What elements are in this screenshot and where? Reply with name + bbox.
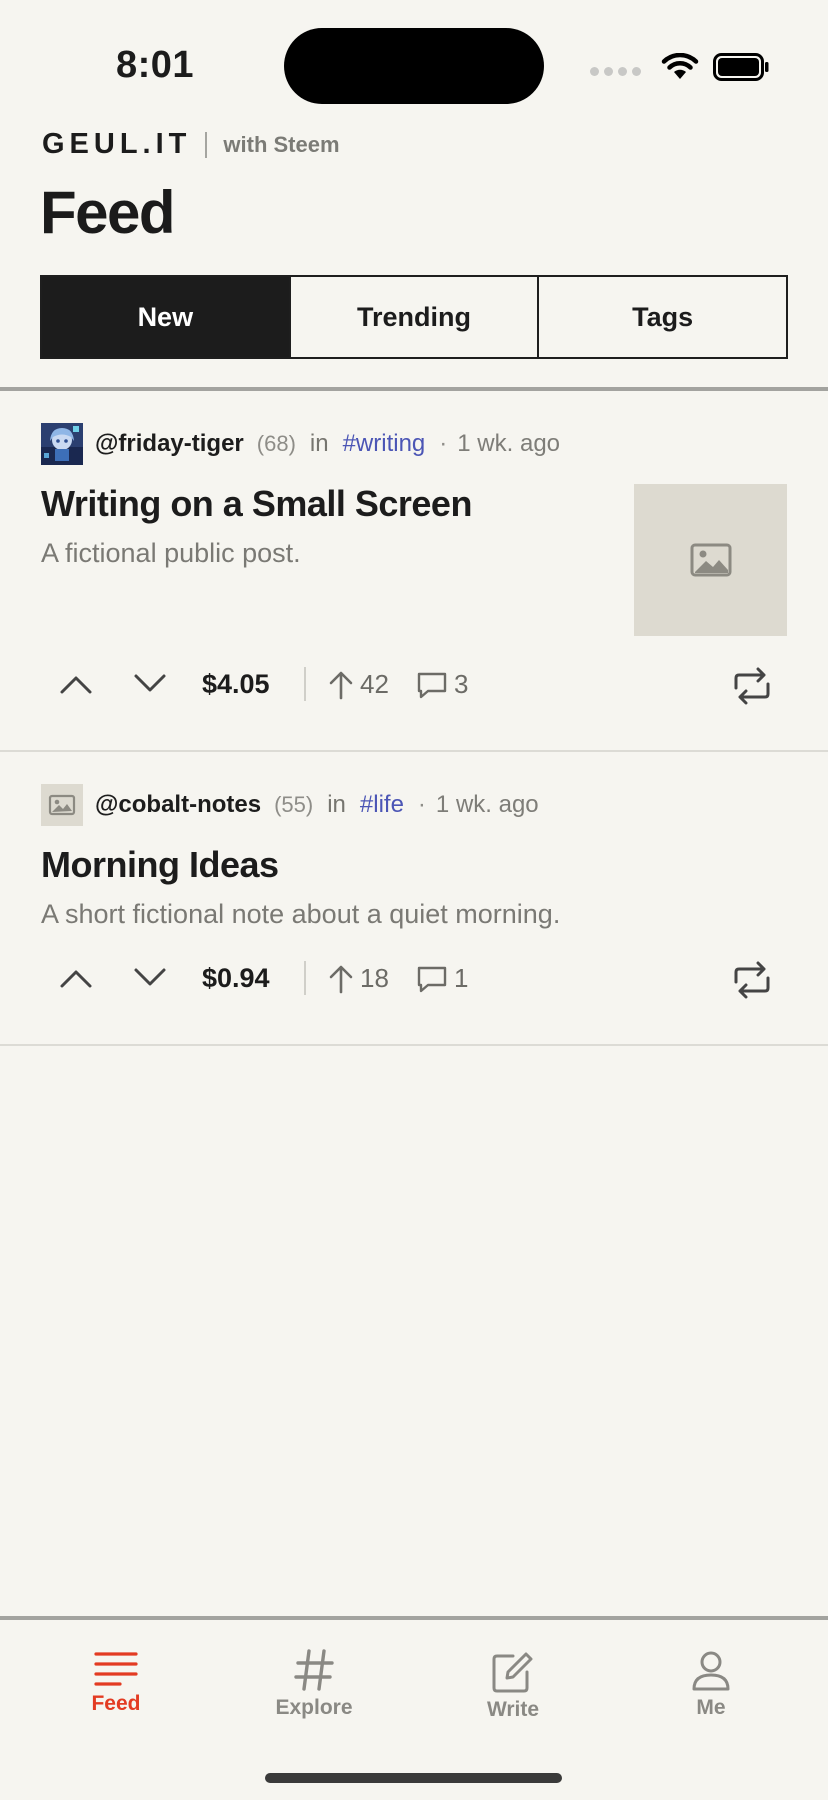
nav-feed-label: Feed [91, 1692, 141, 1715]
brand-divider [205, 131, 208, 158]
post-thumbnail[interactable] [634, 484, 787, 636]
person-icon [692, 1651, 730, 1691]
post-excerpt: A fictional public post. [41, 538, 301, 568]
post-title[interactable]: Writing on a Small Screen [41, 483, 472, 525]
vote-count-value: 18 [360, 963, 389, 993]
post-title[interactable]: Morning Ideas [41, 844, 279, 886]
battery-icon [713, 53, 769, 81]
brand-row: GEUL.IT with Steem [42, 128, 340, 161]
upvote-chevron-icon[interactable] [58, 672, 94, 696]
brand-subtitle: with Steem [223, 131, 340, 157]
meta-separator: · [439, 430, 448, 457]
post-meta: @friday-tiger (68) in #writing · 1 wk. a… [41, 423, 560, 465]
resteem-icon[interactable] [730, 666, 774, 706]
anime-avatar-icon[interactable] [41, 423, 83, 465]
nav-feed[interactable]: Feed [36, 1650, 196, 1716]
dynamic-island [284, 28, 544, 104]
meta-separator: · [417, 791, 426, 818]
brand-logo: GEUL.IT [42, 128, 192, 160]
post-actions: $0.94 18 1 [0, 960, 828, 1010]
post-meta: @cobalt-notes (55) in #life · 1 wk. ago [41, 784, 539, 826]
tab-new[interactable]: New [42, 277, 291, 357]
in-label: in [309, 430, 329, 457]
nav-write[interactable]: Write [433, 1650, 593, 1722]
post-payout: $0.94 [202, 963, 270, 993]
upvote-chevron-icon[interactable] [58, 966, 94, 990]
tab-tags[interactable]: Tags [539, 277, 787, 357]
feed-tabs: New Trending Tags [40, 275, 788, 359]
author-reputation: (55) [274, 792, 314, 817]
comment-bubble-icon [417, 672, 447, 698]
vote-count: 42 [328, 669, 389, 700]
post-actions: $4.05 42 3 [0, 666, 828, 716]
comment-count-value: 3 [454, 669, 469, 699]
status-icons [590, 48, 769, 86]
action-separator [304, 961, 306, 995]
post-card[interactable]: @cobalt-notes (55) in #life · 1 wk. ago … [0, 752, 828, 1046]
post-author[interactable]: @friday-tiger [95, 430, 244, 458]
author-reputation: (68) [256, 431, 296, 456]
home-indicator [265, 1773, 562, 1783]
nav-me-label: Me [696, 1696, 726, 1719]
downvote-chevron-icon[interactable] [132, 672, 168, 696]
comment-count-value: 1 [454, 963, 469, 993]
post-tag[interactable]: #writing [343, 430, 426, 458]
vote-count: 18 [328, 963, 389, 994]
nav-write-label: Write [486, 1698, 540, 1721]
post-author[interactable]: @cobalt-notes [95, 791, 261, 819]
comment-count[interactable]: 3 [416, 669, 468, 700]
image-placeholder-icon[interactable] [41, 784, 83, 826]
nav-explore[interactable]: Explore [234, 1648, 394, 1720]
tab-trending[interactable]: Trending [290, 277, 540, 357]
cellular-signal-icon [590, 66, 641, 76]
vote-count-value: 42 [360, 669, 389, 699]
post-payout: $4.05 [202, 669, 270, 699]
nav-me[interactable]: Me [631, 1650, 791, 1720]
post-card[interactable]: @friday-tiger (68) in #writing · 1 wk. a… [0, 391, 828, 752]
nav-explore-label: Explore [275, 1696, 353, 1719]
comment-bubble-icon [417, 966, 447, 992]
status-time: 8:01 [116, 44, 195, 86]
feed-lines-icon [94, 1652, 138, 1686]
hash-icon [294, 1649, 334, 1691]
comment-count[interactable]: 1 [416, 963, 468, 994]
page-title: Feed [40, 179, 176, 246]
wifi-icon [661, 53, 699, 79]
downvote-chevron-icon[interactable] [132, 966, 168, 990]
image-placeholder-icon [690, 543, 731, 577]
post-excerpt: A short fictional note about a quiet mor… [41, 899, 561, 929]
action-separator [304, 667, 306, 701]
in-label: in [327, 791, 346, 818]
arrow-up-icon [329, 671, 353, 699]
post-tag[interactable]: #life [360, 791, 404, 819]
resteem-icon[interactable] [730, 960, 774, 1000]
status-bar: 8:01 [0, 0, 828, 120]
post-time: 1 wk. ago [457, 430, 561, 457]
compose-icon [492, 1652, 533, 1693]
arrow-up-icon [329, 965, 353, 993]
post-time: 1 wk. ago [435, 791, 539, 818]
